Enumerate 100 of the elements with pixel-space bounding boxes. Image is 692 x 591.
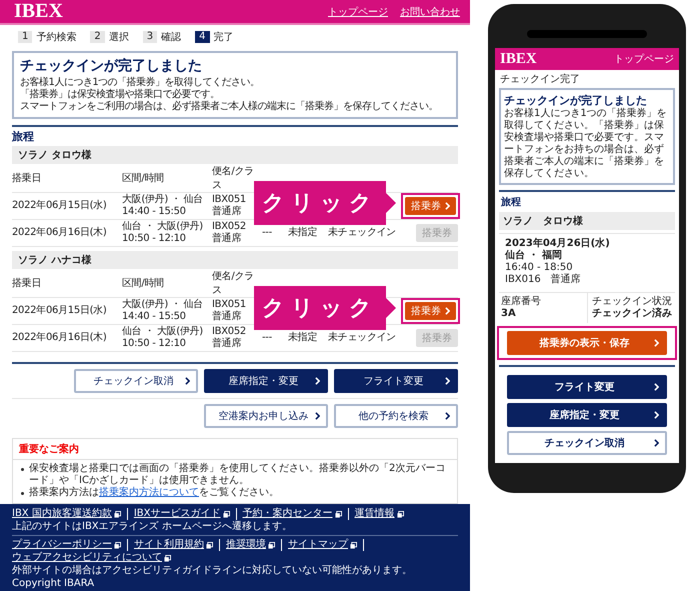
boarding-pass-button[interactable]: 搭乗券 [405,302,456,320]
site-logo[interactable]: IBEX [500,50,537,68]
section-title: 旅程 [12,129,35,144]
action-button[interactable]: 他の予約を検索 [334,404,458,428]
external-link-icon [206,542,213,548]
table-cell-text: 未指定 [288,227,318,239]
passenger-name: ソラノ ハナコ様 [12,251,458,269]
action-button[interactable]: チェックイン取消 [507,431,667,455]
message-text: お客様1人につき1つの「搭乗券」を取得してください。「搭乗券」は保安検査場や搭乗口で必要です。スマートフォンをお持ちの場合は、必ず搭乗者ご本人の端末に「搭乗券」を保存してください。 [504,108,668,180]
column-header: 区間/時間 [122,172,165,185]
header-link[interactable]: お問い合わせ [400,4,460,18]
step-label: 確認 [161,30,182,44]
action-button[interactable]: 座席指定・変更 [507,403,667,427]
column-header: 区間/時間 [122,276,165,290]
external-link-icon [334,510,342,518]
step-label: 完了 [214,30,234,44]
step-number: 2 [90,31,105,43]
notice-text: 保安検査場と搭乗口では画面の「搭乗券」を使用してください。搭乗券以外の「2次元バーコード」や「ICかざしカード」は使用できません。 [29,463,446,486]
message-title: チェックインが完了しました [20,57,203,75]
footer-link[interactable]: サイトマップ [288,539,364,551]
guide-link[interactable]: 搭乗案内方法について [99,487,199,498]
boarding-pass-button[interactable]: 搭乗券の表示・保存 [507,331,667,355]
chevron-icon [445,377,450,385]
seat-class: 普通席 [212,233,242,245]
route-text: 大阪(伊丹) ・ 仙台 [122,194,204,206]
step-number: 4 [195,31,210,43]
step-number: 1 [18,31,32,43]
chevron-icon [315,377,320,385]
table-cell-text: --- [262,227,273,239]
chevron-icon [654,339,659,347]
passenger-name: ソラノ タロウ様 [12,146,458,164]
notice-title: 重要なご案内 [13,439,457,460]
footer-link[interactable]: プライバシーポリシー [12,539,128,551]
footer-link[interactable]: 予約・案内センター [242,508,349,520]
seat-number: 3A [501,308,517,320]
time-text: 14:40 - 15:50 [122,206,187,218]
table-cell-text: 未指定 [288,332,318,344]
flight-number: IBX052 [212,326,247,338]
header-link[interactable]: トップページ [328,4,388,18]
flight-number: IBX051 [212,299,247,310]
checkin-status: チェックイン済み [592,308,673,320]
seat-label: 座席番号 [501,296,542,308]
action-button[interactable]: 座席指定・変更 [204,369,328,393]
callout-label: クリック [254,181,396,225]
callout-label: クリック [254,286,396,330]
external-link-icon [114,510,121,518]
external-link-icon [350,542,357,548]
chevron-icon [315,412,320,420]
message-text: スマートフォンをご利用の場合は、必ず搭乗者ご本人様の端末に「搭乗券」を保存してください。 [20,101,439,113]
site-logo[interactable]: IBEX [14,0,63,23]
notice-text: 搭乗案内方法は搭乗案内方法についてをご覧ください。 [29,487,279,499]
table-cell-text: 2022年06月15日(水) [12,305,108,317]
chevron-icon [654,383,659,391]
header-link[interactable]: トップページ [614,52,674,66]
seat-class: 普通席 [212,206,242,218]
bullet-icon [21,492,24,495]
external-link-icon [164,554,171,562]
table-cell-text: 2022年06月15日(水) [12,200,108,212]
bullet-icon [21,468,24,471]
chevron-icon [445,412,450,420]
table-cell-text: 未チェックイン [328,227,397,239]
column-header: 便名/クラス [212,270,255,297]
boarding-pass-button[interactable]: 搭乗券 [405,197,456,215]
column-header: 便名/クラス [212,165,255,192]
flight-number: IBX016 普通席 [505,274,582,286]
table-cell-text: --- [262,332,273,344]
chevron-icon [185,377,190,385]
external-link-icon [114,542,121,548]
copyright-text: Copyright IBARA [12,577,96,590]
action-button[interactable]: フライト変更 [334,369,458,393]
footer-link[interactable]: ウェブアクセシビリティについて [12,552,177,564]
seat-class: 普通席 [212,311,242,323]
message-text: 「搭乗券」は保安検査場や搭乗口で必要です。 [20,89,220,100]
action-button[interactable]: フライト変更 [507,375,667,399]
chevron-icon [654,411,659,419]
time-text: 10:50 - 12:10 [122,233,187,245]
table-cell-text: 2022年06月16日(木) [12,332,108,344]
step-label: 選択 [108,31,129,44]
external-link-icon [222,510,230,518]
route-text: 仙台 ・ 大阪(伊丹) [122,221,204,233]
footer-note: 上記のサイトはIBXエアラインズ ホームページへ遷移します。 [12,520,293,533]
action-button[interactable]: チェックイン取消 [74,369,198,393]
footer-note: 外部サイトの場合はアクセシビリティガイドラインに対応していない可能性があります。 [12,564,413,577]
action-button[interactable]: 空港案内お申し込み [204,404,328,428]
status-label: チェックイン状況 [592,296,673,307]
chevron-icon [445,202,450,210]
chevron-icon [654,439,659,447]
footer-link[interactable]: 推奨環境 [226,539,282,551]
footer-link[interactable]: IBX 国内旅客運送約款 [12,508,128,520]
flight-number: IBX051 [212,194,247,206]
route-text: 仙台 ・ 福岡 [505,250,563,262]
table-cell-text: 未チェックイン [328,332,397,344]
passenger-name: ソラノ タロウ様 [499,212,675,230]
section-title: 旅程 [500,196,522,210]
route-text: 仙台 ・ 大阪(伊丹) [122,326,204,338]
footer-link[interactable]: IBXサービスガイド [134,508,237,520]
message-title: チェックインが完了しました [504,93,648,108]
route-text: 大阪(伊丹) ・ 仙台 [122,299,204,311]
footer-link[interactable]: サイト利用規約 [134,539,220,551]
footer-link[interactable]: 運賃情報 [354,508,410,520]
